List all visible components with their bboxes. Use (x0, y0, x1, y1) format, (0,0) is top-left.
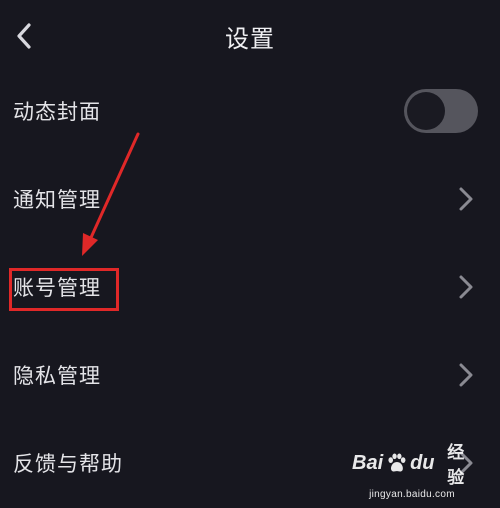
chevron-right-icon (456, 272, 476, 302)
settings-item-dynamic-cover: 动态封面 (0, 76, 500, 146)
settings-item-label: 通知管理 (13, 188, 101, 212)
settings-item-label: 动态封面 (13, 100, 101, 124)
highlight-box (9, 268, 119, 311)
settings-item-privacy[interactable]: 隐私管理 (0, 340, 500, 410)
settings-item-label: 隐私管理 (13, 364, 101, 388)
watermark-url: jingyan.baidu.com (369, 489, 455, 500)
settings-item-notifications[interactable]: 通知管理 (0, 164, 500, 234)
toggle-knob (407, 92, 445, 130)
page-title: 设置 (225, 25, 275, 53)
settings-item-label: 反馈与帮助 (13, 452, 123, 476)
chevron-right-icon (456, 360, 476, 390)
baidu-paw-icon (388, 453, 406, 472)
watermark-brand-right: du (410, 451, 435, 474)
watermark-product: 经验 (447, 443, 465, 487)
watermark: Bai du 经验 jingyan.baidu.com (352, 438, 472, 500)
dynamic-cover-toggle[interactable] (404, 89, 478, 133)
top-bar: 设置 (0, 0, 500, 70)
chevron-right-icon (456, 184, 476, 214)
watermark-brand-left: Bai (352, 451, 384, 474)
